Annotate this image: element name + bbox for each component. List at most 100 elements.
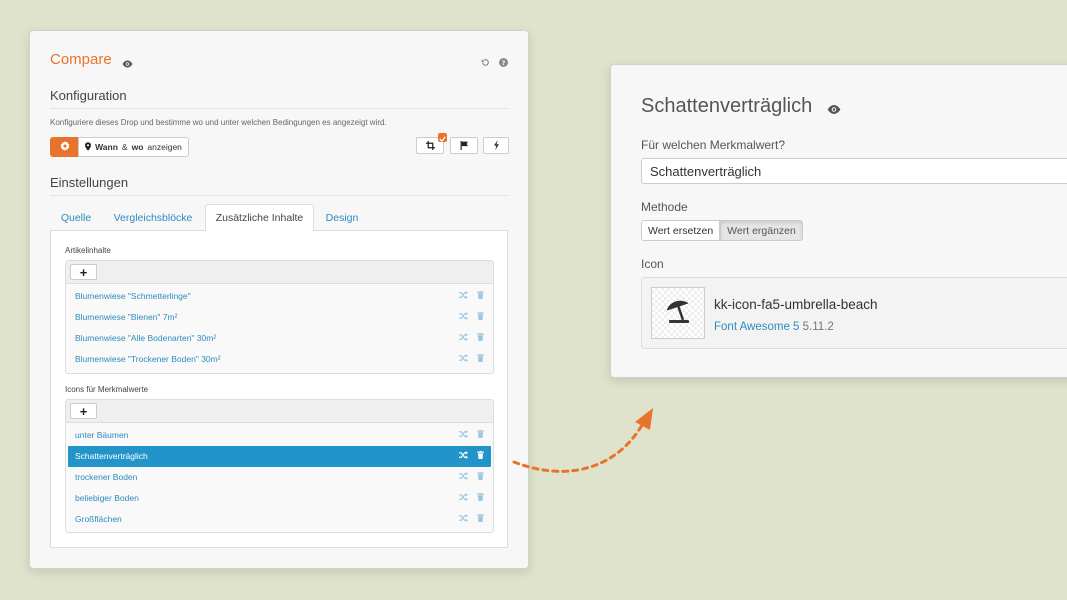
trash-icon[interactable] bbox=[477, 492, 484, 503]
gear-icon bbox=[60, 138, 70, 156]
shuffle-icon[interactable] bbox=[459, 472, 468, 482]
shuffle-icon[interactable] bbox=[459, 333, 468, 343]
divider bbox=[50, 108, 508, 109]
plus-icon: + bbox=[79, 264, 88, 280]
methode-label: Methode bbox=[641, 200, 688, 214]
list-item[interactable]: Großflächen bbox=[68, 508, 491, 529]
tab-content: Artikelinhalte + Blumenwiese "Schmetterl… bbox=[50, 231, 508, 548]
list-item-label: Schattenverträglich bbox=[75, 451, 148, 462]
compare-panel: Compare ? Konfiguration Konfiguriere die… bbox=[29, 30, 529, 569]
icon-library-version: 5.11.2 bbox=[802, 321, 834, 333]
merkmalwert-label: Für welchen Merkmalwert? bbox=[641, 138, 786, 152]
add-icon-button[interactable]: + bbox=[70, 403, 97, 419]
list-item[interactable]: unter Bäumen bbox=[68, 425, 491, 446]
list-item[interactable]: beliebiger Boden bbox=[68, 487, 491, 508]
trash-icon[interactable] bbox=[477, 513, 484, 524]
help-icon[interactable]: ? bbox=[499, 54, 508, 72]
shuffle-icon[interactable] bbox=[459, 513, 468, 524]
trigger-button[interactable] bbox=[483, 137, 509, 154]
settings-tabs: Quelle Vergleichsblöcke Zusätzliche Inha… bbox=[50, 204, 508, 232]
shuffle-icon[interactable] bbox=[459, 492, 468, 503]
konfiguration-heading: Konfiguration bbox=[50, 88, 127, 103]
settings-button[interactable] bbox=[50, 137, 79, 157]
shuffle-icon[interactable] bbox=[459, 451, 468, 461]
icon-library: Font Awesome 5 5.11.2 bbox=[714, 321, 834, 333]
undo-icon[interactable] bbox=[481, 54, 490, 72]
list-item[interactable]: Blumenwiese "Trockener Boden" 30m² bbox=[68, 348, 491, 369]
row-actions bbox=[459, 328, 484, 349]
artikelinhalte-label: Artikelinhalte bbox=[65, 246, 111, 255]
list-item[interactable]: Blumenwiese "Bienen" 7m² bbox=[68, 307, 491, 328]
tab-vergleichsbloecke[interactable]: Vergleichsblöcke bbox=[102, 204, 204, 231]
trash-icon[interactable] bbox=[477, 332, 484, 343]
bolt-icon bbox=[493, 137, 500, 155]
trash-icon[interactable] bbox=[477, 471, 484, 482]
when-where-button[interactable]: Wann & wo anzeigen bbox=[78, 137, 189, 157]
active-check-badge bbox=[438, 133, 447, 142]
wert-ersetzen-button[interactable]: Wert ersetzen bbox=[641, 220, 721, 241]
when-label: Wann bbox=[95, 142, 118, 152]
where-label: wo bbox=[131, 142, 144, 152]
methode-toggle: Wert ersetzen Wert ergänzen bbox=[641, 220, 803, 241]
panel-title: Compare bbox=[50, 51, 112, 68]
crop-icon bbox=[425, 137, 435, 155]
umbrella-beach-icon bbox=[664, 298, 692, 329]
list-item[interactable]: Blumenwiese "Alle Bodenarten" 30m² bbox=[68, 328, 491, 349]
list-item[interactable]: Schattenverträglich bbox=[68, 445, 491, 467]
list-header: + bbox=[66, 400, 493, 423]
row-actions bbox=[459, 467, 484, 488]
list-item-label: Großflächen bbox=[75, 513, 122, 524]
flag-button[interactable] bbox=[450, 137, 478, 154]
row-actions bbox=[459, 487, 484, 508]
list-item-label: Blumenwiese "Bienen" 7m² bbox=[75, 312, 178, 323]
einstellungen-heading: Einstellungen bbox=[50, 175, 129, 190]
list-item-label: Blumenwiese "Schmetterlinge" bbox=[75, 291, 191, 302]
icon-library-link[interactable]: Font Awesome 5 bbox=[714, 321, 799, 333]
list-item-label: Blumenwiese "Trockener Boden" 30m² bbox=[75, 353, 221, 364]
row-actions bbox=[459, 508, 484, 529]
connector-arrow bbox=[512, 408, 653, 473]
tab-zusaetzliche-inhalte[interactable]: Zusätzliche Inhalte bbox=[205, 204, 314, 232]
tab-design[interactable]: Design bbox=[314, 204, 370, 231]
panel-title: Schattenverträglich bbox=[641, 95, 813, 117]
shuffle-icon[interactable] bbox=[459, 430, 468, 440]
list-item[interactable]: Blumenwiese "Schmetterlinge" bbox=[68, 286, 491, 307]
list-item-label: unter Bäumen bbox=[75, 430, 129, 441]
flag-icon bbox=[460, 137, 469, 155]
amp-label: & bbox=[121, 142, 128, 152]
divider bbox=[50, 195, 508, 196]
trash-icon[interactable] bbox=[477, 451, 484, 461]
svg-text:?: ? bbox=[502, 60, 506, 67]
trash-icon[interactable] bbox=[477, 430, 484, 440]
tab-quelle[interactable]: Quelle bbox=[50, 204, 102, 231]
list-item-label: trockener Boden bbox=[75, 471, 138, 482]
check-icon bbox=[439, 129, 446, 147]
row-actions bbox=[459, 348, 484, 369]
eye-icon[interactable] bbox=[122, 55, 133, 73]
list-item-label: beliebiger Boden bbox=[75, 492, 139, 503]
row-actions bbox=[459, 286, 484, 307]
trash-icon[interactable] bbox=[477, 353, 484, 364]
icon-name: kk-icon-fa5-umbrella-beach bbox=[714, 297, 878, 312]
icons-label: Icons für Merkmalwerte bbox=[65, 385, 149, 394]
icon-picker[interactable]: kk-icon-fa5-umbrella-beach Font Awesome … bbox=[641, 277, 1067, 349]
shuffle-icon[interactable] bbox=[459, 312, 468, 322]
konfiguration-description: Konfiguriere dieses Drop und bestimme wo… bbox=[50, 118, 387, 127]
row-actions bbox=[459, 446, 484, 467]
eye-icon[interactable] bbox=[827, 101, 841, 119]
list-header: + bbox=[66, 261, 493, 284]
add-artikelinhalt-button[interactable]: + bbox=[70, 264, 97, 280]
icon-label: Icon bbox=[641, 257, 664, 271]
trash-icon[interactable] bbox=[477, 291, 484, 301]
shuffle-icon[interactable] bbox=[459, 291, 468, 301]
row-actions bbox=[459, 425, 484, 446]
merkmalwert-input[interactable]: Schattenverträglich bbox=[641, 158, 1067, 184]
icon-preview[interactable] bbox=[651, 287, 705, 339]
shuffle-icon[interactable] bbox=[459, 353, 468, 364]
list-item[interactable]: trockener Boden bbox=[68, 467, 491, 488]
show-label: anzeigen bbox=[147, 142, 182, 152]
list-item-label: Blumenwiese "Alle Bodenarten" 30m² bbox=[75, 332, 217, 343]
merkmalwert-icon-panel: Schattenverträglich Für welchen Merkmalw… bbox=[610, 64, 1067, 378]
wert-ergaenzen-button[interactable]: Wert ergänzen bbox=[720, 220, 803, 241]
trash-icon[interactable] bbox=[477, 312, 484, 322]
